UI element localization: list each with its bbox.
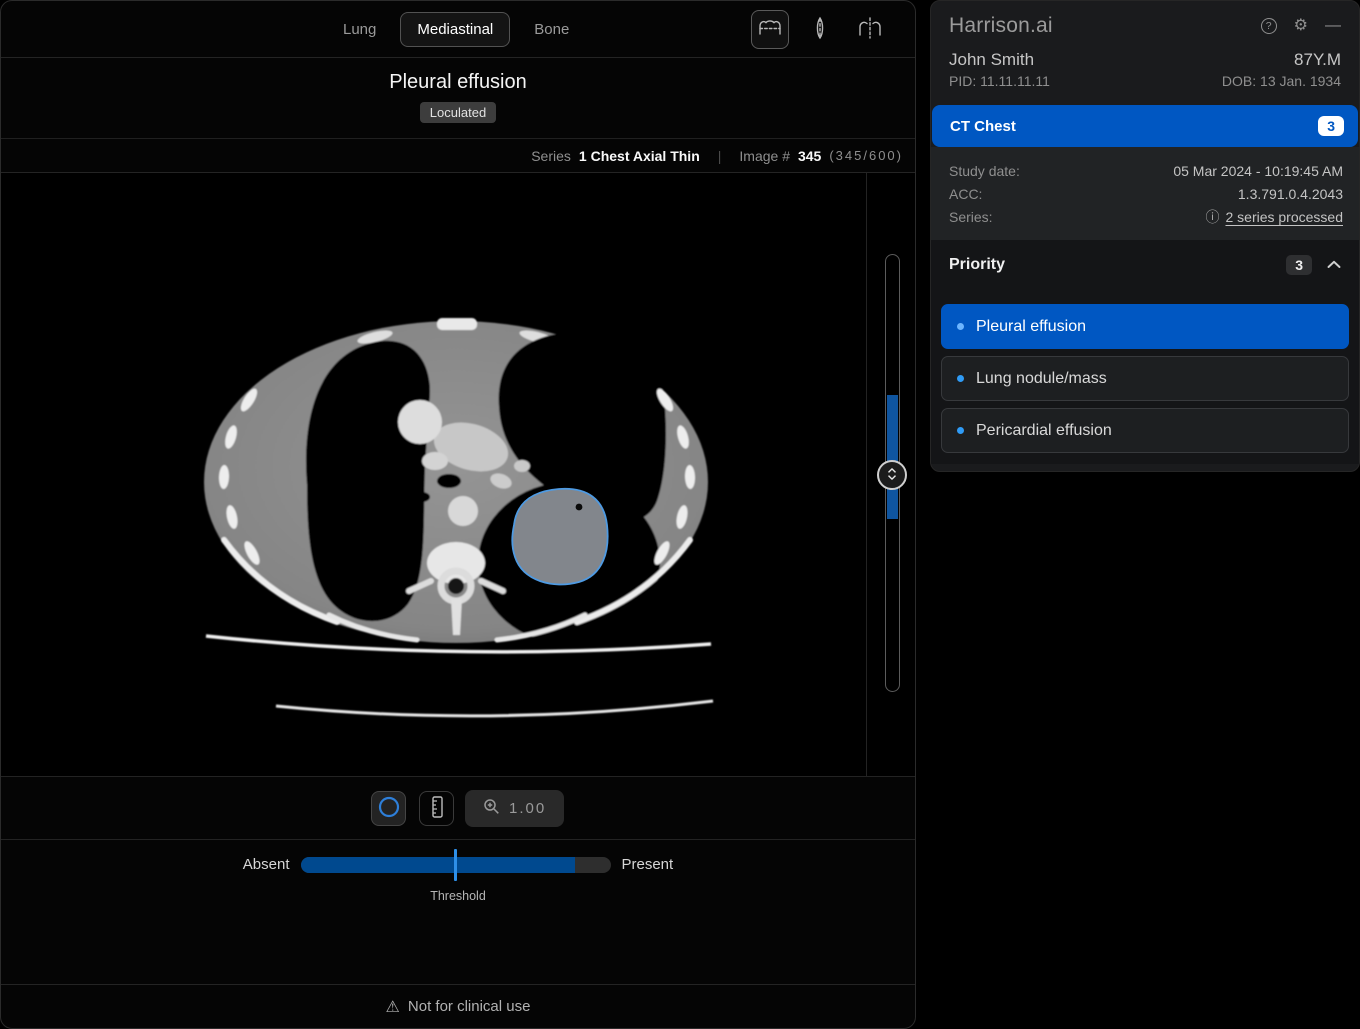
viewer-panel: Lung Mediastinal Bone [0,0,916,1029]
disclaimer-footer: ⚠ Not for clinical use [1,984,915,1028]
patient-name: John Smith [949,50,1034,70]
sagittal-view-icon [807,15,833,44]
finding-header: Pleural effusion Loculated [1,58,915,138]
disclaimer-text: Not for clinical use [408,998,531,1015]
ct-canvas[interactable] [1,173,867,776]
study-date-label: Study date: [949,163,1020,179]
help-button[interactable]: ? [1261,18,1277,34]
finding-item-label: Pericardial effusion [976,422,1112,440]
tab-mediastinal[interactable]: Mediastinal [400,12,510,47]
info-icon: ⓘ [1205,207,1219,227]
panel-header: Harrison.ai ? ⚙ — [931,1,1359,44]
segmentation-circle-icon [377,795,401,822]
collapse-section-button[interactable] [1325,255,1343,274]
minimize-button[interactable]: — [1325,18,1341,34]
brand-logo: Harrison.ai [949,14,1053,38]
study-findings-badge: 3 [1318,116,1344,136]
study-acc-label: ACC: [949,186,982,202]
finding-item-lung-nodule-mass[interactable]: Lung nodule/mass [941,356,1349,401]
zoom-magnifier-icon [483,798,500,819]
finding-dot-icon [957,427,964,434]
window-tabbar: Lung Mediastinal Bone [1,1,915,58]
tab-lung[interactable]: Lung [341,13,378,46]
chevron-up-icon [1327,257,1341,272]
patient-info: John Smith 87Y.M PID: 11.11.11.11 DOB: 1… [931,44,1359,102]
finding-dot-icon [957,375,964,382]
divider: | [718,148,722,164]
ct-axial-image [179,285,735,751]
segmentation-overlay-toggle[interactable] [371,791,406,826]
axial-view-button[interactable] [751,10,789,49]
image-number-label: Image # [739,148,790,164]
help-icon: ? [1261,18,1277,34]
series-name: 1 Chest Axial Thin [579,148,700,164]
image-area [1,173,915,776]
series-processed-link[interactable]: ⓘ 2 series processed [1205,207,1343,227]
series-info-bar: Series 1 Chest Axial Thin | Image # 345 … [1,138,915,173]
tab-bone[interactable]: Bone [532,13,571,46]
minimize-icon: — [1325,18,1341,34]
warning-triangle-icon: ⚠ [386,997,400,1017]
gear-icon: ⚙ [1294,18,1308,34]
priority-count-badge: 3 [1286,255,1312,275]
zoom-level-value: 1.00 [509,800,546,817]
study-ct-chest-button[interactable]: CT Chest 3 [932,105,1358,147]
threshold-slider-marker[interactable] [454,849,457,881]
study-series-label: Series: [949,209,993,225]
finding-item-label: Lung nodule/mass [976,370,1107,388]
patient-dob: DOB: 13 Jan. 1934 [1222,73,1341,89]
finding-item-label: Pleural effusion [976,318,1086,336]
axial-view-icon [756,15,784,44]
study-title: CT Chest [950,118,1016,135]
coronal-view-button[interactable] [851,10,889,49]
image-number: 345 [798,148,821,164]
threshold-slider-fill [301,857,576,873]
results-panel: Harrison.ai ? ⚙ — John Smith 87Y.M PID: … [930,0,1360,472]
threshold-absent-label: Absent [243,856,290,873]
patient-pid: PID: 11.11.11.11 [949,73,1050,89]
priority-section-header[interactable]: Priority 3 [931,240,1359,289]
viewer-toolbar: 1.00 [1,776,915,839]
series-processed-text: 2 series processed [1225,209,1343,225]
image-count: (345/600) [829,148,903,163]
threshold-section: Absent Present Threshold [1,839,915,986]
threshold-caption: Threshold [1,889,915,903]
effusion-segmentation-outline [512,489,607,585]
slice-scroll-handle[interactable] [877,460,907,490]
preset-tabs: Lung Mediastinal Bone [341,1,571,58]
finding-title: Pleural effusion [1,71,915,94]
patient-age-sex: 87Y.M [1294,50,1341,70]
sagittal-view-button[interactable] [802,10,838,49]
finding-dot-icon [957,323,964,330]
study-details: Study date: 05 Mar 2024 - 10:19:45 AM AC… [931,147,1359,240]
series-label: Series [531,148,571,164]
settings-button[interactable]: ⚙ [1294,18,1308,34]
finding-item-pericardial-effusion[interactable]: Pericardial effusion [941,408,1349,453]
threshold-present-label: Present [622,856,674,873]
view-plane-buttons [751,1,889,58]
study-date-value: 05 Mar 2024 - 10:19:45 AM [1173,163,1343,179]
finding-item-pleural-effusion[interactable]: Pleural effusion [941,304,1349,349]
coronal-view-icon [856,15,884,44]
finding-subtype-badge: Loculated [420,102,496,123]
ruler-icon [426,795,448,822]
slice-scrollbar-range [887,395,898,519]
study-acc-value: 1.3.791.0.4.2043 [1238,186,1343,202]
scroll-chevrons-icon [885,467,899,484]
priority-findings-list: Pleural effusion Lung nodule/mass Perica… [931,289,1359,464]
threshold-slider-track[interactable] [301,857,611,873]
zoom-level-button[interactable]: 1.00 [465,790,564,827]
priority-title: Priority [949,256,1005,274]
ruler-tool-button[interactable] [419,791,454,826]
